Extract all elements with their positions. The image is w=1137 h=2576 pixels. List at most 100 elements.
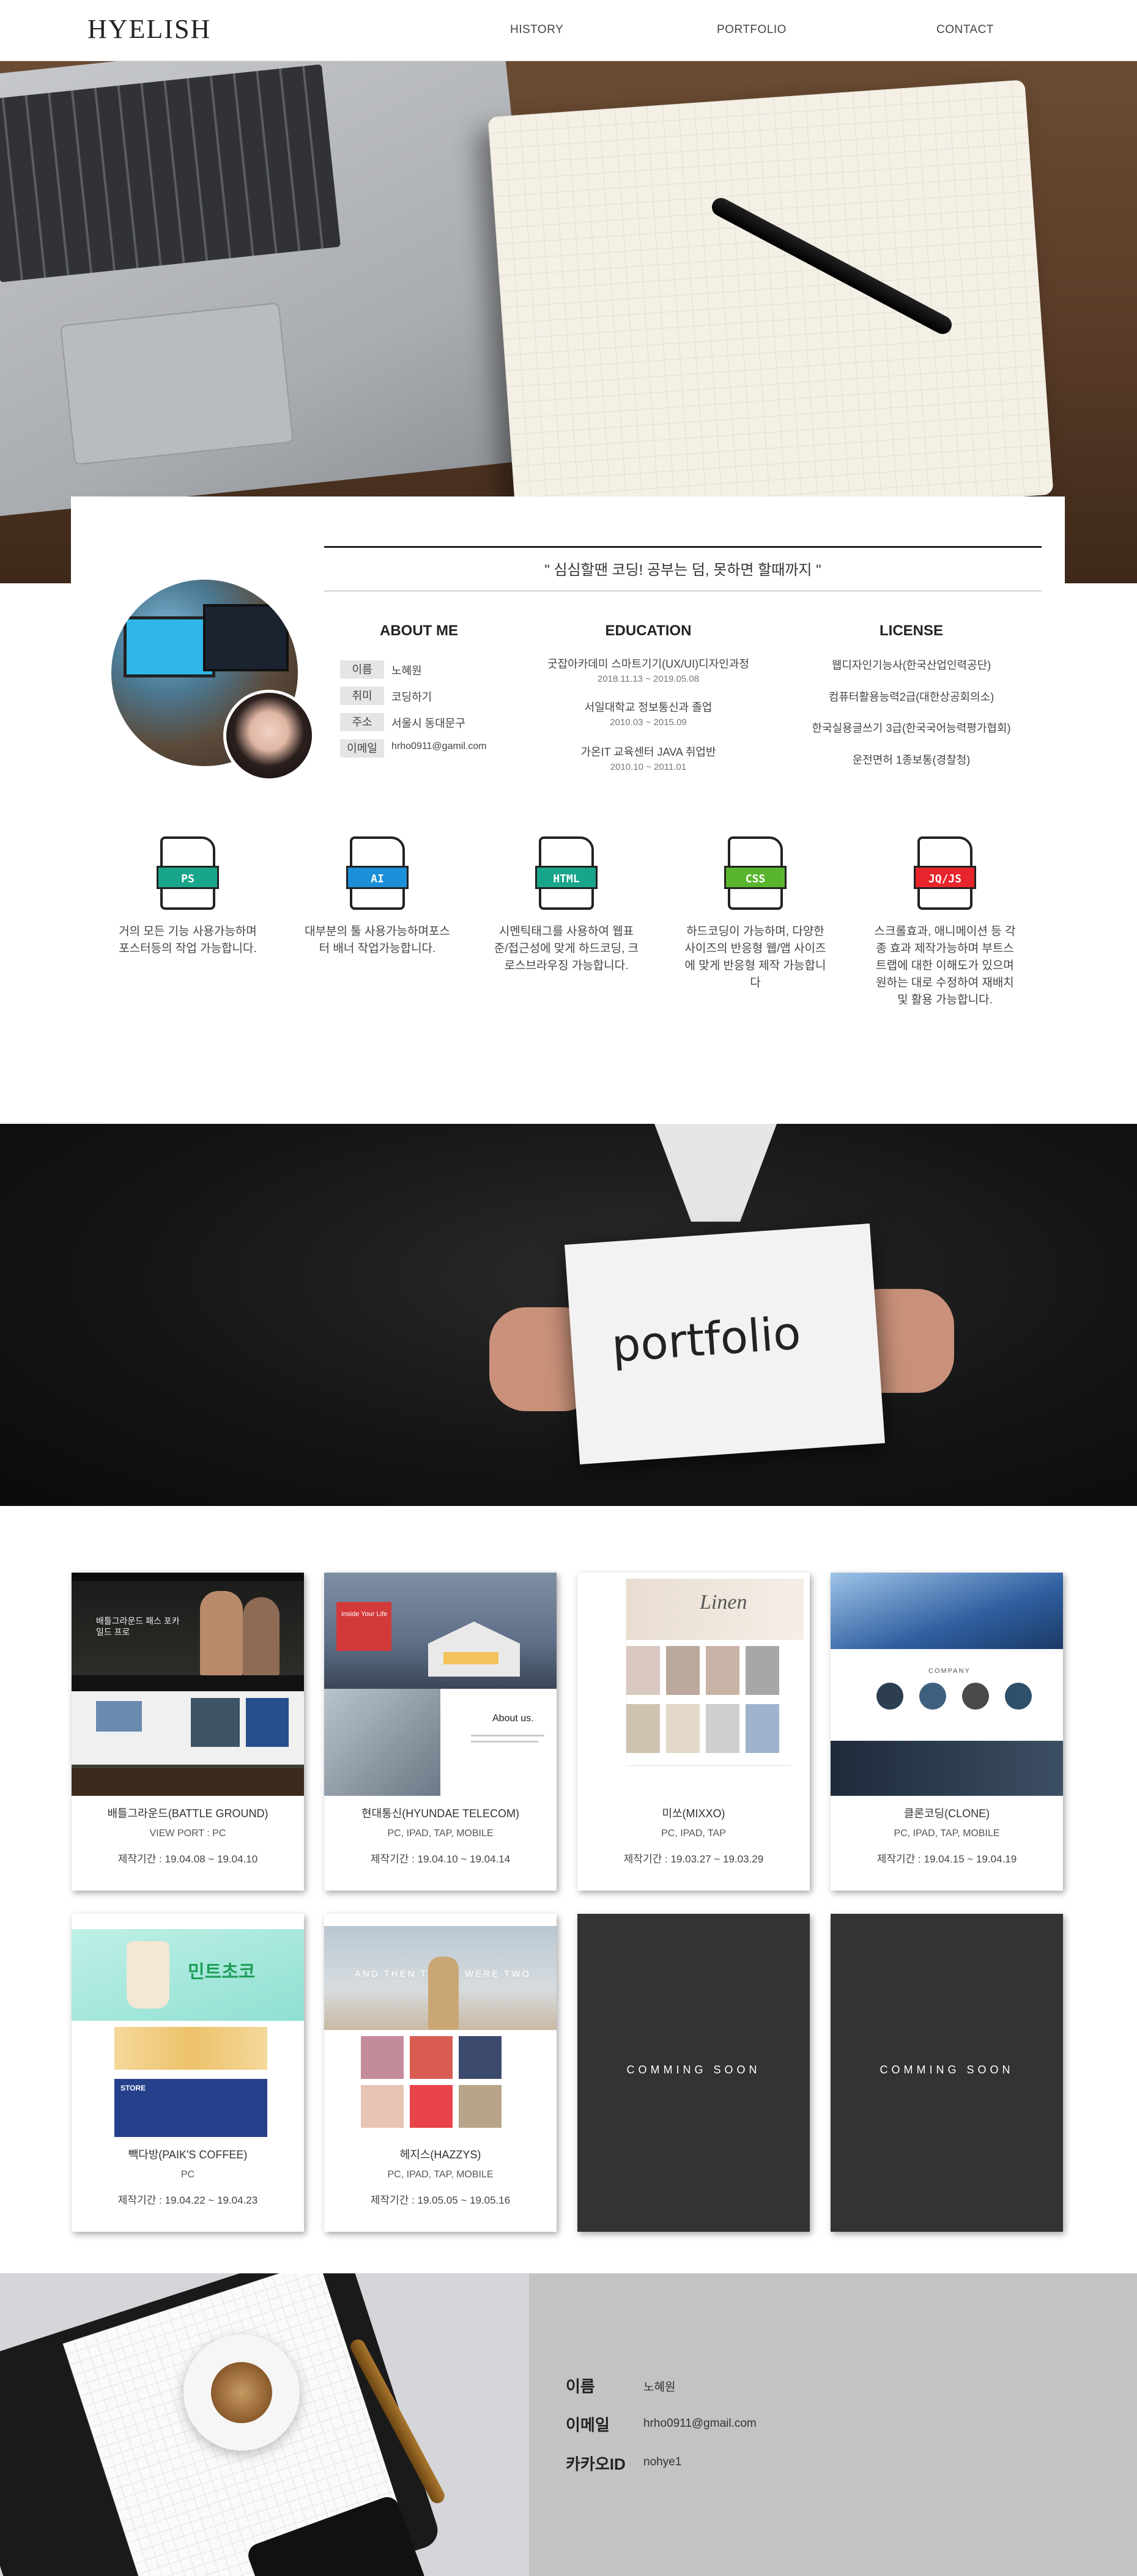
contact-name-value: 노혜원 — [643, 2381, 676, 2394]
file-icon: HTML — [535, 836, 598, 910]
quote-divider-top — [324, 546, 1042, 548]
avatar — [223, 690, 315, 781]
portfolio-card-paiks[interactable]: 민트초코 STORE 빽다방(PAIK'S COFFEE) PC 제작기간 : … — [72, 1914, 304, 2232]
project-devices: PC, IPAD, TAP, MOBILE — [387, 2169, 494, 2180]
thumbnail-subheading: About us. — [492, 1713, 534, 1724]
skill-description: 거의 모든 기능 사용가능하며 포스터등의 작업 가능합니다. — [119, 925, 257, 955]
project-period: 제작기간 : 19.04.15 ~ 19.04.19 — [876, 1853, 1017, 1865]
project-name: 현대통신(HYUNDAE TELECOM) — [361, 1807, 519, 1820]
project-period: 제작기간 : 19.03.27 ~ 19.03.29 — [623, 1853, 764, 1865]
nav-portfolio-link[interactable]: PORTFOLIO — [717, 23, 787, 37]
education-name: 굿잡아카데미 스마트기기(UX/UI)디자인과정 — [547, 658, 749, 670]
laptop-illustration — [0, 61, 548, 518]
portfolio-card-battleground[interactable]: 배틀그라운드 패스 포카일드 프로 배틀그라운드(BATTLE GROUND) … — [72, 1573, 304, 1891]
project-thumbnail: AND THEN THERE WERE TWO — [324, 1914, 557, 2137]
license-item: 한국실용글쓰기 3급(한국국어능력평가협회) — [812, 722, 1011, 734]
project-devices: PC, IPAD, TAP, MOBILE — [387, 1828, 494, 1839]
coffee-cup-illustration — [183, 2334, 300, 2451]
project-devices: PC, IPAD, TAP, MOBILE — [894, 1828, 1000, 1839]
motto-quote: " 심심할땐 코딩! 공부는 덤, 못하면 할때까지 " — [544, 562, 821, 578]
project-devices: PC — [180, 2169, 195, 2180]
license-item: 웹디자인기능사(한국산업인력공단) — [831, 659, 991, 671]
contact-name-label: 이름 — [566, 2377, 595, 2396]
project-period: 제작기간 : 19.04.08 ~ 19.04.10 — [117, 1853, 258, 1865]
contact-email-value[interactable]: hrho0911@gmail.com — [643, 2417, 757, 2430]
skill-jquery-js: JQ/JS 스크롤효과, 애니메이션 등 각종 효과 제작가능하며 부트스트랩에… — [872, 836, 1018, 1009]
portfolio-card-clone[interactable]: COMPANY 클론코딩(CLONE) PC, IPAD, TAP, MOBIL… — [831, 1573, 1063, 1891]
thumbnail-heading: Linen — [700, 1591, 747, 1614]
file-icon: CSS — [724, 836, 787, 910]
about-key: 주소 — [340, 713, 384, 731]
about-title: ABOUT ME — [380, 622, 458, 639]
about-email[interactable]: hrho0911@gamil.com — [391, 741, 487, 752]
project-thumbnail: 민트초코 STORE — [72, 1914, 304, 2137]
coming-soon-card: COMMING SOON — [577, 1914, 810, 2232]
portfolio-card-hazzys[interactable]: AND THEN THERE WERE TWO 헤지스(HAZZYS) PC, … — [324, 1914, 557, 2232]
skill-description: 하드코딩이 가능하며, 다양한 사이즈의 반응형 웹/앱 사이즈에 맞게 반응형… — [684, 925, 826, 989]
education-item: 가온IT 교육센터 JAVA 취업반 2010.10 ~ 2011.01 — [526, 744, 771, 772]
thumbnail-heading: COMPANY — [928, 1667, 971, 1675]
project-devices: VIEW PORT : PC — [149, 1828, 226, 1839]
thumbnail-subheading: STORE — [120, 2084, 146, 2092]
skill-tag: AI — [346, 866, 409, 889]
skill-html: HTML 시멘틱태그를 사용하여 웹표준/접근성에 맞게 하드코딩, 크로스브라… — [493, 836, 640, 975]
about-value: 코딩하기 — [391, 691, 432, 703]
skill-description: 대부분의 툴 사용가능하며포스터 배너 작업가능합니다. — [305, 925, 450, 955]
shirt-illustration — [654, 1124, 777, 1222]
contact-kakao-value: nohye1 — [643, 2456, 682, 2468]
nav-contact-link[interactable]: CONTACT — [936, 23, 994, 37]
education-title: EDUCATION — [605, 622, 692, 639]
file-icon: PS — [157, 836, 219, 910]
project-period: 제작기간 : 19.05.05 ~ 19.05.16 — [370, 2194, 511, 2206]
project-thumbnail: Linen — [577, 1573, 810, 1796]
file-icon: AI — [346, 836, 409, 910]
project-devices: PC, IPAD, TAP — [661, 1828, 726, 1839]
about-key: 이름 — [340, 660, 384, 679]
notebook-illustration — [487, 79, 1054, 532]
skill-tag: PS — [157, 866, 219, 889]
education-item: 굿잡아카데미 스마트기기(UX/UI)디자인과정 2018.11.13 ~ 201… — [526, 655, 771, 684]
project-name: 클론코딩(CLONE) — [903, 1807, 990, 1820]
nav-history-link[interactable]: HISTORY — [510, 23, 563, 37]
skill-description: 시멘틱태그를 사용하여 웹표준/접근성에 맞게 하드코딩, 크로스브라우징 가능… — [494, 925, 639, 972]
skill-description: 스크롤효과, 애니메이션 등 각종 효과 제작가능하며 부트스트랩에 대한 이해… — [874, 925, 1016, 1006]
portfolio-card-hyundae[interactable]: Inside Your Life About us. 현대통신(HYUNDAE … — [324, 1573, 557, 1891]
license-title: LICENSE — [879, 622, 943, 639]
project-name: 헤지스(HAZZYS) — [399, 2149, 481, 2161]
skill-tag: HTML — [535, 866, 598, 889]
skill-tag: CSS — [724, 866, 787, 889]
project-thumbnail: Inside Your Life About us. — [324, 1573, 557, 1796]
education-date: 2010.10 ~ 2011.01 — [610, 762, 687, 772]
education-date: 2010.03 ~ 2015.09 — [610, 717, 687, 728]
contact-kakao-label: 카카오ID — [566, 2455, 626, 2473]
thumbnail-heading: 배틀그라운드 패스 포카일드 프로 — [96, 1616, 180, 1637]
project-period: 제작기간 : 19.04.10 ~ 19.04.14 — [370, 1853, 511, 1865]
about-key: 취미 — [340, 687, 384, 705]
top-navigation: HYELISH HISTORY PORTFOLIO CONTACT — [0, 0, 1137, 61]
thumbnail-heading: 민트초코 — [188, 1962, 256, 1982]
about-value: 노혜원 — [391, 665, 422, 677]
portfolio-card-mixxo[interactable]: Linen 미쏘(MIXXO) PC, IPAD, TAP 제작기간 : 19.… — [577, 1573, 810, 1891]
file-icon: JQ/JS — [914, 836, 976, 910]
contact-email-label: 이메일 — [566, 2416, 610, 2434]
education-name: 가온IT 교육센터 JAVA 취업반 — [580, 746, 716, 758]
education-date: 2018.11.13 ~ 2019.05.08 — [597, 674, 700, 684]
site-logo[interactable]: HYELISH — [87, 13, 211, 45]
project-thumbnail: COMPANY — [831, 1573, 1063, 1796]
about-value: 서울시 동대문구 — [391, 717, 465, 729]
project-thumbnail: 배틀그라운드 패스 포카일드 프로 — [72, 1573, 304, 1796]
license-item: 운전면허 1종보통(경찰청) — [852, 754, 971, 766]
project-name: 배틀그라운드(BATTLE GROUND) — [107, 1807, 269, 1820]
thumbnail-heading: Inside Your Life — [341, 1611, 388, 1618]
education-name: 서일대학교 정보통신과 졸업 — [584, 701, 713, 714]
about-key: 이메일 — [340, 739, 384, 758]
coming-soon-card: COMMING SOON — [831, 1914, 1063, 2232]
desk-photo — [0, 2273, 529, 2576]
project-period: 제작기간 : 19.04.22 ~ 19.04.23 — [117, 2194, 258, 2206]
skill-photoshop: PS 거의 모든 기능 사용가능하며 포스터등의 작업 가능합니다. — [114, 836, 261, 958]
coming-soon-label: COMMING SOON — [626, 2064, 761, 2076]
portfolio-banner: portfolio — [0, 1124, 1137, 1506]
skill-illustrator: AI 대부분의 툴 사용가능하며포스터 배너 작업가능합니다. — [304, 836, 451, 958]
project-name: 미쏘(MIXXO) — [662, 1807, 725, 1820]
skill-css: CSS 하드코딩이 가능하며, 다양한 사이즈의 반응형 웹/앱 사이즈에 맞게… — [682, 836, 829, 992]
